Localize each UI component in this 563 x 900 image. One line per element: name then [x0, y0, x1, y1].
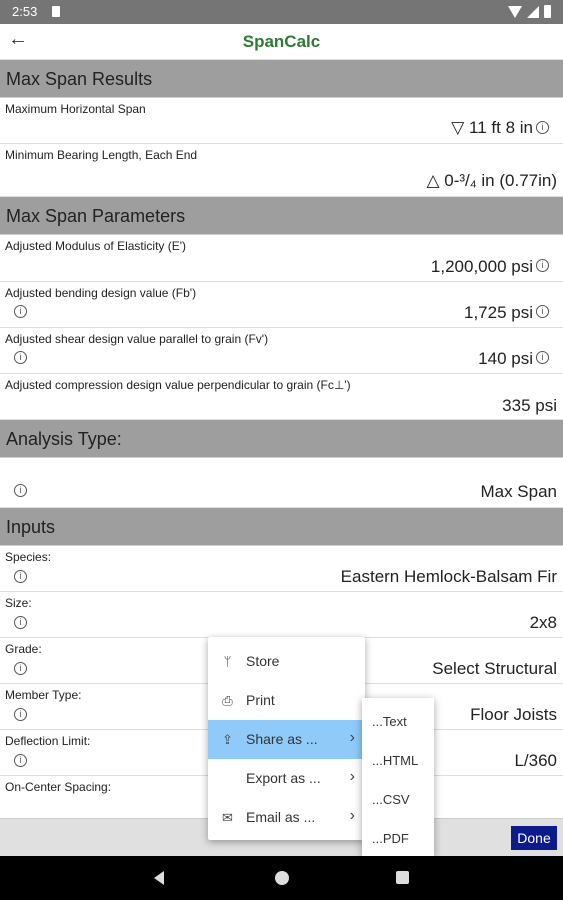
- app-title: SpanCalc: [242, 32, 321, 51]
- row-analysis-type[interactable]: i Max Span: [0, 458, 563, 508]
- wifi-icon: [508, 5, 522, 18]
- submenu-item-csv[interactable]: ...CSV: [362, 780, 434, 819]
- section-header-inputs: Inputs: [0, 508, 563, 546]
- chevron-right-icon: ›: [349, 729, 355, 746]
- status-time: 2:53: [12, 4, 38, 19]
- row-value: 140 psi: [478, 349, 533, 368]
- row-value: 2x8: [529, 613, 557, 632]
- email-icon: ✉: [222, 810, 233, 825]
- system-nav-bar: [0, 856, 563, 900]
- menu-item-label: Store: [246, 653, 280, 669]
- info-icon[interactable]: i: [14, 305, 27, 318]
- row-value: Eastern Hemlock-Balsam Fir: [340, 567, 557, 586]
- menu-item-label: Print: [246, 692, 275, 708]
- share-submenu: ...Text ...HTML ...CSV ...PDF: [362, 698, 434, 856]
- row-label: Deflection Limit:: [5, 734, 91, 748]
- row-label: On-Center Spacing:: [5, 780, 112, 794]
- row-label: Species:: [5, 550, 52, 564]
- menu-item-export-as[interactable]: Export as ... ›: [208, 759, 365, 798]
- sd-card-icon: [52, 6, 60, 17]
- row-value: △ 0-³/₄ in (0.77in): [426, 171, 557, 190]
- print-icon: ⎙: [222, 693, 233, 708]
- submenu-item-html[interactable]: ...HTML: [362, 741, 434, 780]
- row-min-bearing-length[interactable]: Minimum Bearing Length, Each End △ 0-³/₄…: [0, 144, 563, 197]
- row-compression-design[interactable]: Adjusted compression design value perpen…: [0, 374, 563, 420]
- row-label: Size:: [5, 596, 32, 610]
- row-label: Adjusted compression design value perpen…: [5, 378, 351, 392]
- section-header-parameters: Max Span Parameters: [0, 197, 563, 235]
- store-icon: ᛘ: [223, 654, 232, 669]
- row-value: Select Structural: [432, 659, 557, 678]
- info-icon[interactable]: i: [14, 708, 27, 721]
- popup-menu: ᛘ Store ⎙ Print ⇪ Share as ... › Export …: [208, 637, 365, 840]
- row-shear-design[interactable]: Adjusted shear design value parallel to …: [0, 328, 563, 374]
- info-icon[interactable]: i: [14, 662, 27, 675]
- menu-item-label: Email as ...: [246, 809, 316, 825]
- row-value: 1,725 psi: [464, 303, 533, 322]
- chevron-right-icon: ›: [349, 807, 355, 824]
- row-label: Member Type:: [5, 688, 82, 702]
- info-icon[interactable]: i: [14, 616, 27, 629]
- menu-item-label: Export as ...: [246, 770, 321, 786]
- row-label: Grade:: [5, 642, 42, 656]
- info-icon[interactable]: i: [14, 570, 27, 583]
- done-button[interactable]: Done: [511, 826, 557, 850]
- share-icon: ⇪: [222, 732, 233, 747]
- section-header-results: Max Span Results: [0, 60, 563, 98]
- nav-home-icon[interactable]: [275, 871, 289, 885]
- row-species[interactable]: Species: i Eastern Hemlock-Balsam Fir: [0, 546, 563, 592]
- submenu-item-pdf[interactable]: ...PDF: [362, 819, 434, 858]
- status-bar: 2:53: [0, 0, 563, 24]
- row-value: Floor Joists: [470, 705, 557, 724]
- menu-item-store[interactable]: ᛘ Store: [208, 642, 365, 681]
- info-icon[interactable]: i: [14, 484, 27, 497]
- row-label: Adjusted shear design value parallel to …: [5, 332, 269, 346]
- submenu-item-text[interactable]: ...Text: [362, 702, 434, 741]
- menu-item-print[interactable]: ⎙ Print: [208, 681, 365, 720]
- row-value: ▽ 11 ft 8 in: [451, 118, 533, 137]
- info-icon[interactable]: i: [536, 259, 549, 272]
- row-size[interactable]: Size: i 2x8: [0, 592, 563, 638]
- menu-item-share-as[interactable]: ⇪ Share as ... ›: [208, 720, 365, 759]
- status-icons: [508, 5, 551, 18]
- app-bar: ← SpanCalc: [0, 24, 563, 60]
- menu-item-label: Share as ...: [246, 731, 318, 747]
- row-value: 1,200,000 psi: [430, 257, 533, 276]
- info-icon[interactable]: i: [536, 121, 549, 134]
- chevron-right-icon: ›: [349, 768, 355, 785]
- nav-recents-icon[interactable]: [396, 871, 409, 884]
- battery-icon: [544, 5, 551, 18]
- row-value: L/360: [514, 751, 557, 770]
- info-icon[interactable]: i: [536, 305, 549, 318]
- menu-item-email-as[interactable]: ✉ Email as ... ›: [208, 798, 365, 837]
- row-label: Minimum Bearing Length, Each End: [5, 148, 198, 162]
- row-max-horizontal-span[interactable]: Maximum Horizontal Span ▽ 11 ft 8 in i: [0, 98, 563, 144]
- row-modulus-elasticity[interactable]: Adjusted Modulus of Elasticity (E') 1,20…: [0, 235, 563, 282]
- row-label: Adjusted bending design value (Fb'): [5, 286, 197, 300]
- row-value: 335 psi: [502, 396, 557, 415]
- signal-icon: [527, 5, 539, 18]
- info-icon[interactable]: i: [14, 351, 27, 364]
- info-icon[interactable]: i: [536, 351, 549, 364]
- section-header-analysis: Analysis Type:: [0, 420, 563, 458]
- row-label: Maximum Horizontal Span: [5, 102, 146, 116]
- nav-back-icon[interactable]: [154, 871, 164, 885]
- info-icon[interactable]: i: [14, 754, 27, 767]
- row-value: Max Span: [480, 482, 557, 501]
- row-label: Adjusted Modulus of Elasticity (E'): [5, 239, 187, 253]
- row-bending-design[interactable]: Adjusted bending design value (Fb') i 1,…: [0, 282, 563, 328]
